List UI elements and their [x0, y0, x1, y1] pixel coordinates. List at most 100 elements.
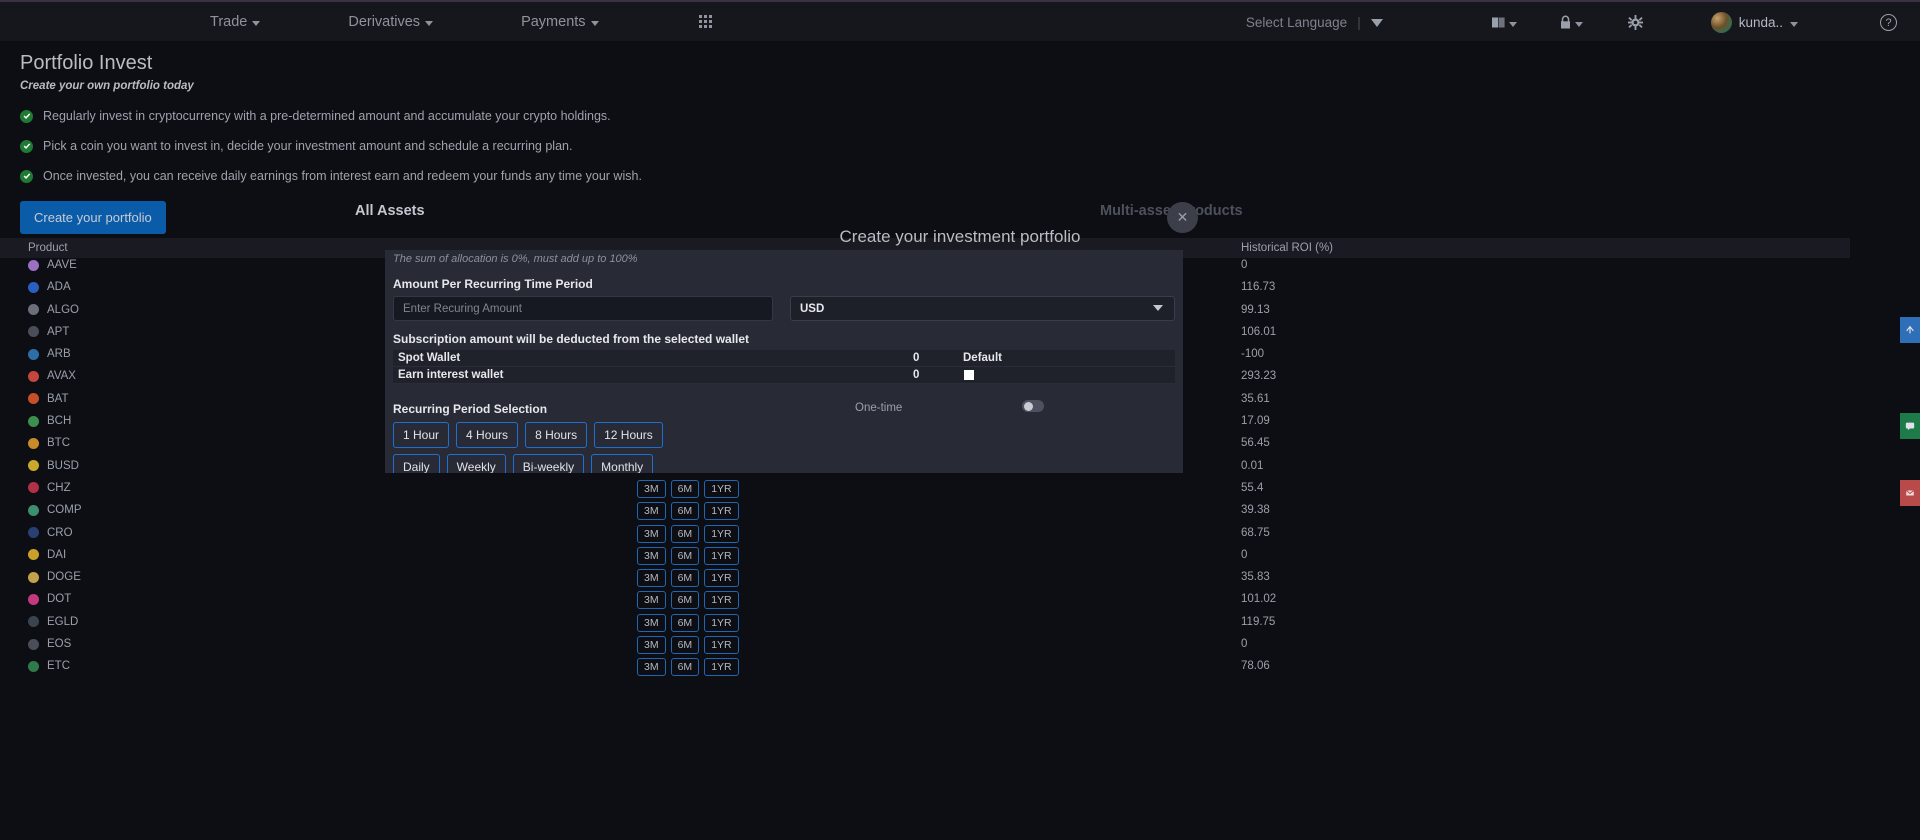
asset-symbol: DAI: [47, 549, 66, 561]
close-icon[interactable]: ✕: [1167, 202, 1198, 233]
duration-button-3m[interactable]: 3M: [637, 502, 666, 520]
asset-cell: ADA: [28, 281, 71, 293]
one-time-toggle[interactable]: [1022, 400, 1044, 412]
nav-item-payments[interactable]: Payments: [521, 14, 598, 30]
bullet-text: Regularly invest in cryptocurrency with …: [43, 109, 611, 123]
duration-button-6m[interactable]: 6M: [671, 480, 700, 498]
recurring-amount-input[interactable]: [393, 296, 773, 321]
wallet-default-checkbox[interactable]: [964, 370, 974, 380]
duration-button-6m[interactable]: 6M: [671, 502, 700, 520]
nav-item-label: Payments: [521, 14, 585, 30]
book-icon[interactable]: [1491, 16, 1517, 29]
historical-roi-value: 35.61: [1241, 393, 1270, 405]
duration-button-6m[interactable]: 6M: [671, 569, 700, 587]
asset-symbol: ARB: [47, 348, 71, 360]
duration-button-6m[interactable]: 6M: [671, 614, 700, 632]
historical-roi-value: 99.13: [1241, 304, 1270, 316]
historical-roi-value: 56.45: [1241, 437, 1270, 449]
list-item: Once invested, you can receive daily ear…: [20, 169, 1920, 183]
coin-icon: [28, 527, 39, 538]
duration-button-group: 3M 6M1YR: [637, 636, 739, 654]
help-circle-icon[interactable]: ?: [1880, 14, 1897, 31]
column-header-historical-roi: Historical ROI (%): [1241, 242, 1333, 254]
duration-button-1yr[interactable]: 1YR: [704, 614, 738, 632]
avatar: [1711, 12, 1732, 33]
list-item: Regularly invest in cryptocurrency with …: [20, 109, 1920, 123]
duration-button-1yr[interactable]: 1YR: [704, 525, 738, 543]
duration-button-3m[interactable]: 3M: [637, 636, 666, 654]
user-menu[interactable]: kunda..: [1711, 12, 1798, 33]
duration-button-1yr[interactable]: 1YR: [704, 547, 738, 565]
period-button-12-hours[interactable]: 12 Hours: [594, 422, 663, 448]
coin-icon: [28, 505, 39, 516]
duration-button-3m[interactable]: 3M: [637, 525, 666, 543]
period-button-4-hours[interactable]: 4 Hours: [456, 422, 518, 448]
period-button-1-hour[interactable]: 1 Hour: [393, 422, 449, 448]
currency-select[interactable]: USD: [790, 296, 1175, 321]
duration-button-3m[interactable]: 3M: [637, 591, 666, 609]
share-icon[interactable]: [1900, 317, 1920, 343]
asset-cell: APT: [28, 326, 69, 338]
historical-roi-value: 0.01: [1241, 460, 1263, 472]
alert-icon[interactable]: [1900, 480, 1920, 506]
wallet-row[interactable]: Spot Wallet0Default: [393, 350, 1175, 367]
asset-cell: AVAX: [28, 370, 76, 382]
duration-button-6m[interactable]: 6M: [671, 547, 700, 565]
duration-button-1yr[interactable]: 1YR: [704, 658, 738, 676]
grid-apps-icon[interactable]: [699, 15, 712, 28]
asset-symbol: AVAX: [47, 370, 76, 382]
table-row: DOGE3M6M1YR35.83: [0, 568, 1850, 590]
duration-button-3m[interactable]: 3M: [637, 547, 666, 565]
asset-symbol: BCH: [47, 415, 71, 427]
list-item: Pick a coin you want to invest in, decid…: [20, 139, 1920, 153]
check-circle-icon: [20, 140, 33, 153]
wallet-list: Spot Wallet0DefaultEarn interest wallet0: [393, 350, 1175, 384]
nav-item-trade[interactable]: Trade: [210, 14, 260, 30]
asset-symbol: AAVE: [47, 259, 77, 271]
gear-icon[interactable]: [1628, 15, 1643, 30]
duration-button-1yr[interactable]: 1YR: [704, 591, 738, 609]
username-label: kunda..: [1739, 15, 1783, 30]
asset-tabs: All Assets Multi-asset Products: [0, 203, 1920, 225]
duration-button-3m[interactable]: 3M: [637, 614, 666, 632]
table-row: CHZ3M6M1YR55.4: [0, 479, 1850, 501]
period-button-monthly[interactable]: Monthly: [591, 454, 653, 473]
chat-icon[interactable]: [1900, 413, 1920, 439]
duration-button-3m[interactable]: 3M: [637, 658, 666, 676]
period-button-bi-weekly[interactable]: Bi-weekly: [513, 454, 584, 473]
chevron-down-icon: [1790, 22, 1798, 27]
duration-button-1yr[interactable]: 1YR: [704, 569, 738, 587]
asset-symbol: BTC: [47, 437, 70, 449]
duration-button-6m[interactable]: 6M: [671, 658, 700, 676]
main-nav-links: Trade Derivatives Payments: [210, 14, 712, 30]
wallet-row[interactable]: Earn interest wallet0: [393, 367, 1175, 384]
tab-all-assets[interactable]: All Assets: [355, 203, 425, 219]
historical-roi-value: -100: [1241, 348, 1264, 360]
period-button-weekly[interactable]: Weekly: [447, 454, 506, 473]
bullet-text: Pick a coin you want to invest in, decid…: [43, 139, 572, 153]
nav-item-label: Trade: [210, 14, 247, 30]
language-selector[interactable]: Select Language |: [1246, 15, 1383, 30]
duration-button-1yr[interactable]: 1YR: [704, 636, 738, 654]
asset-cell: DOT: [28, 593, 71, 605]
period-button-daily[interactable]: Daily: [393, 454, 440, 473]
column-header-product: Product: [28, 242, 68, 254]
coin-icon: [28, 260, 39, 271]
asset-symbol: CHZ: [47, 482, 71, 494]
duration-button-6m[interactable]: 6M: [671, 636, 700, 654]
period-button-8-hours[interactable]: 8 Hours: [525, 422, 587, 448]
wallet-name: Earn interest wallet: [398, 369, 503, 381]
duration-button-6m[interactable]: 6M: [671, 525, 700, 543]
asset-cell: COMP: [28, 504, 82, 516]
nav-item-derivatives[interactable]: Derivatives: [348, 14, 433, 30]
language-label: Select Language: [1246, 15, 1347, 30]
lock-icon[interactable]: [1559, 15, 1583, 30]
chevron-down-icon: [252, 21, 260, 26]
duration-button-6m[interactable]: 6M: [671, 591, 700, 609]
coin-icon: [28, 393, 39, 404]
duration-button-3m[interactable]: 3M: [637, 480, 666, 498]
duration-button-1yr[interactable]: 1YR: [704, 502, 738, 520]
duration-button-1yr[interactable]: 1YR: [704, 480, 738, 498]
asset-symbol: ADA: [47, 281, 71, 293]
duration-button-3m[interactable]: 3M: [637, 569, 666, 587]
